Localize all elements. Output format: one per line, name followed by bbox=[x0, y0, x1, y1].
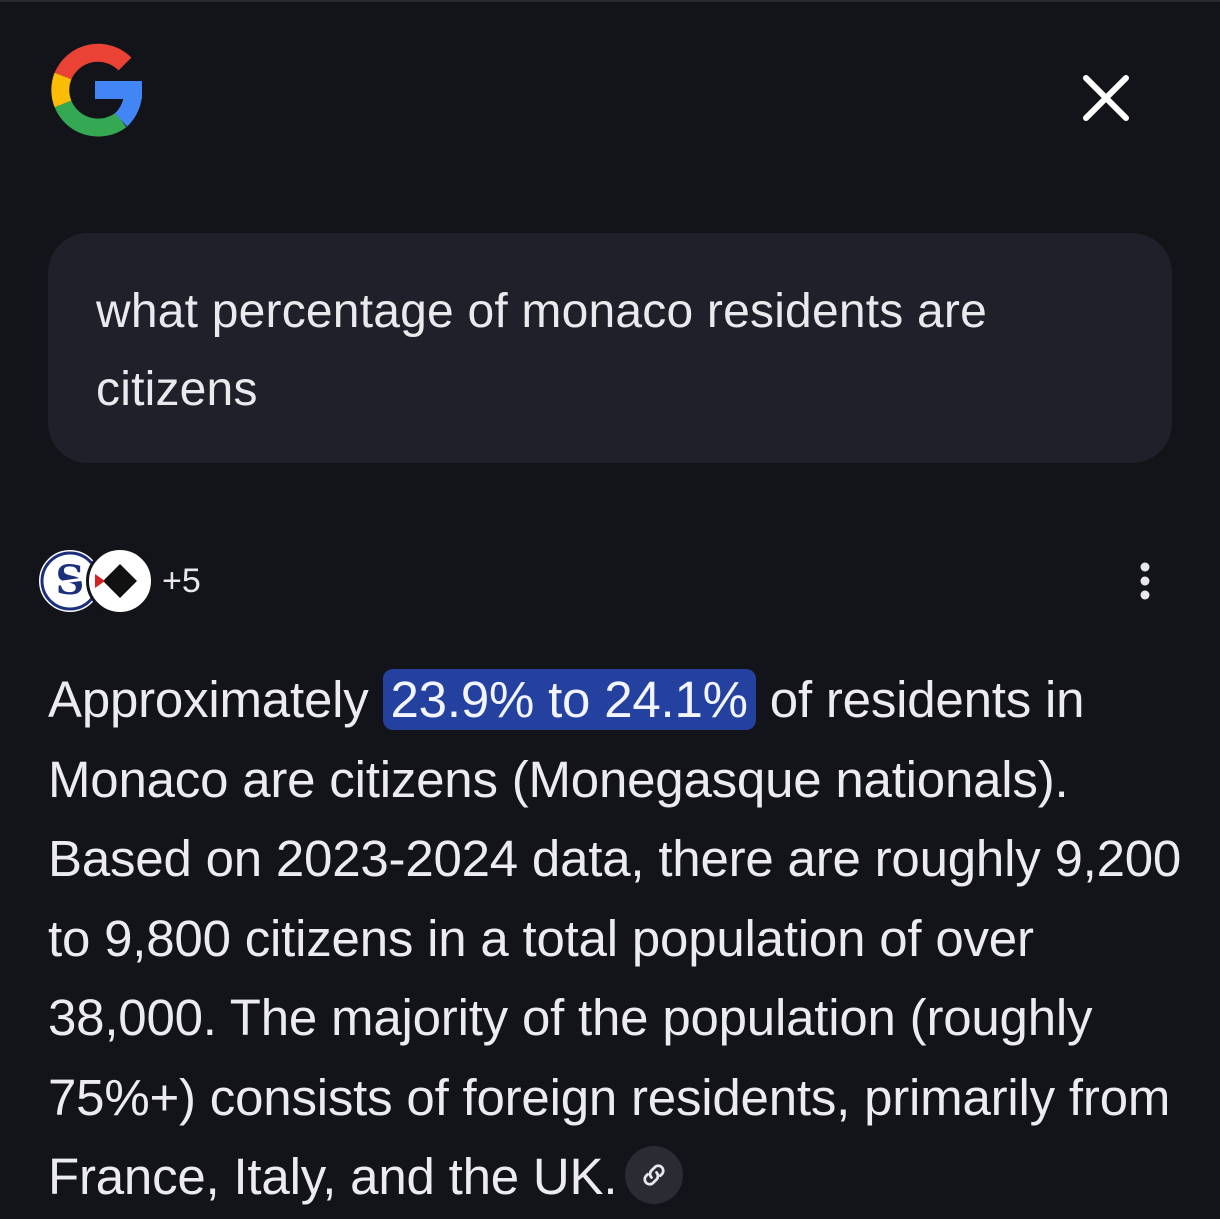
ai-answer-text: Approximately 23.9% to 24.1% of resident… bbox=[48, 660, 1188, 1217]
answer-body: of residents in Monaco are citizens (Mon… bbox=[48, 671, 1182, 1205]
google-g-logo-icon bbox=[45, 40, 145, 140]
top-divider bbox=[0, 0, 1220, 2]
close-button[interactable] bbox=[1074, 66, 1138, 130]
source-link-button[interactable] bbox=[625, 1145, 684, 1204]
more-options-button[interactable] bbox=[1120, 556, 1170, 606]
sources-row[interactable]: S +5 bbox=[36, 546, 201, 616]
query-bubble: what percentage of monaco residents are … bbox=[48, 233, 1172, 463]
source-diamond-logo-icon bbox=[90, 551, 150, 611]
answer-highlight: 23.9% to 24.1% bbox=[382, 669, 756, 730]
link-icon bbox=[643, 1163, 665, 1186]
close-icon bbox=[1083, 75, 1129, 121]
more-sources-count: +5 bbox=[162, 561, 201, 600]
source-avatar-diamond[interactable] bbox=[86, 547, 154, 615]
query-text: what percentage of monaco residents are … bbox=[96, 285, 987, 416]
answer-prefix: Approximately bbox=[48, 671, 383, 728]
more-vert-icon bbox=[1140, 562, 1150, 600]
